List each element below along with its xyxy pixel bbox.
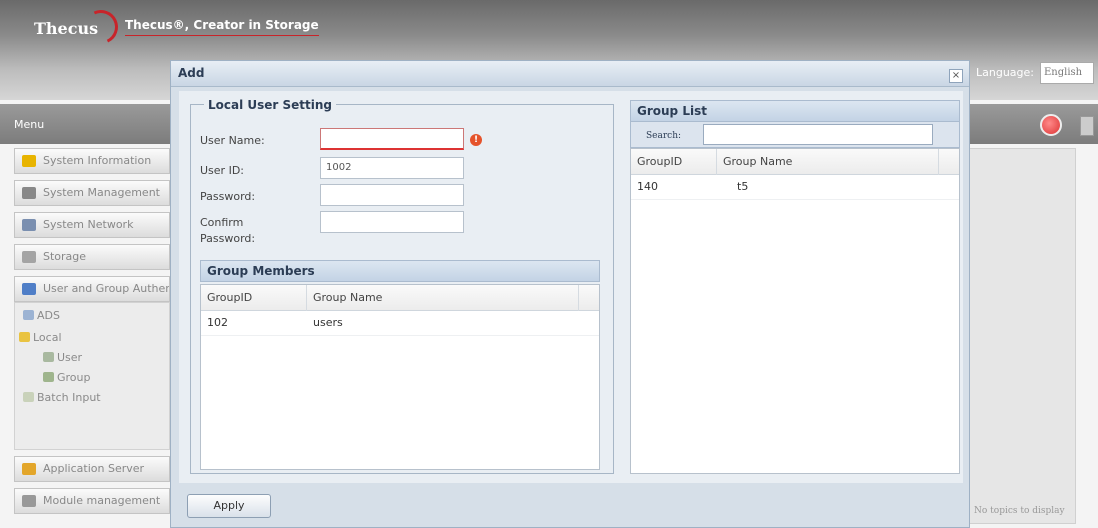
sidebar-item-label: System Management bbox=[43, 186, 160, 199]
tree-item-group[interactable]: Group bbox=[43, 371, 91, 384]
sidebar-item-label: Module management bbox=[43, 494, 161, 507]
error-icon: ! bbox=[470, 134, 482, 146]
group-list-header: Group List bbox=[630, 100, 960, 122]
cell-groupid: 140 bbox=[637, 180, 658, 193]
password-label: Password: bbox=[200, 190, 256, 203]
confirm-password-input[interactable] bbox=[320, 211, 464, 233]
sidebar-item-user-group-auth[interactable]: User and Group Authentication bbox=[14, 276, 170, 302]
search-label: Search: bbox=[646, 131, 682, 141]
batch-icon bbox=[23, 392, 34, 402]
user-icon bbox=[43, 352, 54, 362]
thecus-logo: Thecus bbox=[34, 5, 123, 49]
tree-item-local[interactable]: Local bbox=[19, 331, 62, 344]
tree-item-batch-input[interactable]: Batch Input bbox=[23, 391, 101, 404]
network-icon bbox=[22, 219, 36, 231]
sidebar: System Information System Management Sys… bbox=[10, 148, 170, 528]
language-label: Language: bbox=[976, 66, 1034, 79]
dialog-title: Add bbox=[178, 66, 205, 80]
auth-tree: ADS Local User Group Batch Input bbox=[14, 302, 170, 450]
column-header-groupid[interactable]: GroupID bbox=[201, 285, 307, 311]
sidebar-item-module-management[interactable]: Module management bbox=[14, 488, 170, 514]
ads-icon bbox=[23, 310, 34, 320]
module-icon bbox=[22, 495, 36, 507]
sidebar-item-storage[interactable]: Storage bbox=[14, 244, 170, 270]
help-icon[interactable] bbox=[1080, 116, 1094, 136]
sidebar-item-system-management[interactable]: System Management bbox=[14, 180, 170, 206]
tree-item-label: Local bbox=[33, 331, 62, 344]
language-select[interactable]: English bbox=[1040, 62, 1094, 84]
tree-item-ads[interactable]: ADS bbox=[23, 309, 60, 322]
sidebar-item-system-network[interactable]: System Network bbox=[14, 212, 170, 238]
grid-header: GroupID Group Name bbox=[631, 149, 959, 175]
sidebar-item-label: User and Group Authentication bbox=[43, 282, 169, 295]
menu-label: Menu bbox=[14, 118, 45, 131]
table-row[interactable]: 102 users bbox=[201, 312, 599, 336]
search-input[interactable] bbox=[703, 124, 933, 145]
username-label: User Name: bbox=[200, 134, 265, 147]
local-user-legend: Local User Setting bbox=[204, 98, 337, 112]
folder-icon bbox=[19, 332, 30, 342]
cell-groupid: 102 bbox=[207, 316, 228, 329]
column-header-groupname[interactable]: Group Name bbox=[717, 149, 939, 175]
cell-groupname: t5 bbox=[737, 180, 749, 193]
column-header-groupid[interactable]: GroupID bbox=[631, 149, 717, 175]
sidebar-item-system-information[interactable]: System Information bbox=[14, 148, 170, 174]
close-button[interactable]: × bbox=[949, 69, 963, 83]
sidebar-item-label: Application Server bbox=[43, 462, 145, 475]
cell-groupname: users bbox=[313, 316, 343, 329]
users-icon bbox=[22, 283, 36, 295]
sidebar-item-label: Storage bbox=[43, 250, 87, 263]
storage-icon bbox=[22, 251, 36, 263]
table-row[interactable]: 140 t5 bbox=[631, 176, 959, 200]
apply-button[interactable]: Apply bbox=[187, 494, 271, 518]
column-header-groupname[interactable]: Group Name bbox=[307, 285, 579, 311]
dialog-titlebar[interactable]: Add × bbox=[171, 61, 969, 87]
app-server-icon bbox=[22, 463, 36, 475]
grid-header: GroupID Group Name bbox=[201, 285, 599, 311]
userid-label: User ID: bbox=[200, 164, 244, 177]
tree-item-user[interactable]: User bbox=[43, 351, 82, 364]
tree-item-label: Batch Input bbox=[37, 391, 101, 404]
sidebar-item-application-server[interactable]: Application Server bbox=[14, 456, 170, 482]
app-tagline: Thecus®, Creator in Storage bbox=[125, 18, 319, 36]
confirm-label-line1: Confirm bbox=[200, 216, 244, 229]
tree-item-label: Group bbox=[57, 371, 91, 384]
sidebar-item-label: System Network bbox=[43, 218, 134, 231]
info-icon bbox=[22, 155, 36, 167]
empty-state-text: No topics to display bbox=[974, 506, 1065, 516]
sidebar-item-label: System Information bbox=[43, 154, 152, 167]
password-input[interactable] bbox=[320, 184, 464, 206]
group-list-grid: GroupID Group Name 140 t5 bbox=[630, 148, 960, 474]
tree-item-label: User bbox=[57, 351, 83, 364]
tools-icon bbox=[22, 187, 36, 199]
username-input[interactable] bbox=[320, 128, 464, 150]
userid-input[interactable]: 1002 bbox=[320, 157, 464, 179]
group-icon bbox=[43, 372, 54, 382]
logo-swoosh-icon bbox=[79, 5, 123, 49]
group-members-grid: GroupID Group Name 102 users bbox=[200, 284, 600, 470]
confirm-label-line2: Password: bbox=[200, 232, 256, 245]
tree-item-label: ADS bbox=[37, 309, 60, 322]
logout-icon[interactable] bbox=[1040, 114, 1062, 136]
group-members-header: Group Members bbox=[200, 260, 600, 282]
